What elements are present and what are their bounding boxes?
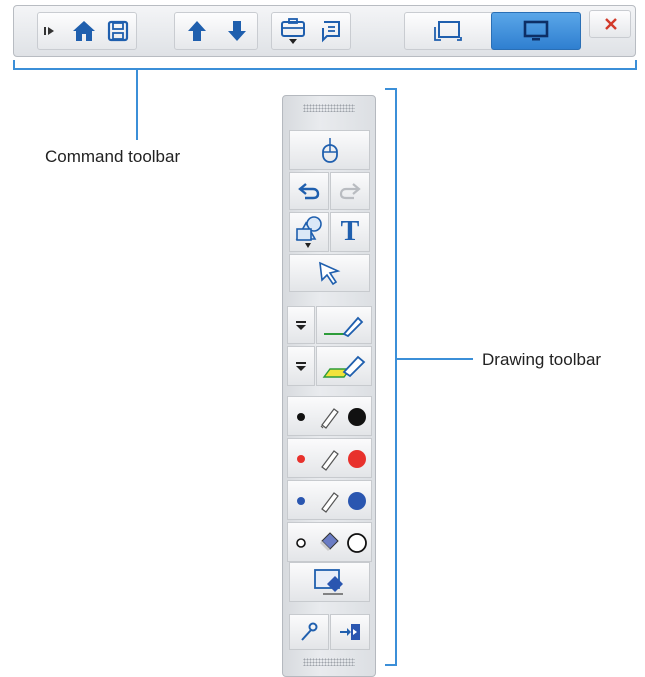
select-button[interactable]	[289, 254, 370, 292]
command-toolbar-label: Command toolbar	[45, 147, 181, 166]
page-down-button[interactable]	[219, 13, 255, 49]
save-icon	[107, 20, 129, 42]
grip-top[interactable]	[303, 104, 355, 112]
text-icon: T	[340, 216, 360, 247]
close-icon	[605, 18, 617, 30]
highlighter-icon	[322, 355, 366, 378]
eraser-icon	[295, 532, 367, 553]
blue-pen-button[interactable]	[287, 480, 372, 520]
select-icon	[318, 261, 340, 286]
home-icon	[73, 21, 95, 41]
pin-button[interactable]	[289, 614, 329, 650]
command-group-main	[37, 12, 137, 50]
red-pen-button[interactable]	[287, 438, 372, 478]
shapes-button[interactable]	[289, 212, 329, 252]
command-toolbar-leader-line	[136, 70, 138, 140]
collapse-icon	[44, 27, 54, 35]
mouse-button[interactable]	[289, 130, 370, 170]
command-group-tools	[271, 12, 351, 50]
close-button[interactable]	[589, 10, 631, 38]
shapes-icon	[295, 216, 322, 248]
pages-button[interactable]	[312, 13, 350, 49]
window-mode-icon	[434, 21, 462, 41]
redo-button[interactable]	[330, 172, 370, 210]
page-down-icon	[228, 21, 246, 41]
blue-pen-icon	[296, 492, 366, 513]
highlighter-style-dropdown[interactable]	[287, 346, 315, 386]
pen-style-dropdown[interactable]	[287, 306, 315, 344]
desktop-mode-button[interactable]	[491, 12, 581, 50]
collapse-toolbar-button[interactable]	[38, 13, 60, 49]
undo-icon	[298, 183, 320, 200]
drawing-toolbar-leader-line	[397, 358, 473, 360]
eraser-button[interactable]	[287, 522, 372, 562]
page-up-button[interactable]	[179, 13, 215, 49]
window-mode-button[interactable]	[405, 13, 491, 49]
mouse-icon	[321, 137, 338, 163]
page-up-icon	[188, 21, 206, 41]
black-pen-icon	[296, 408, 366, 429]
command-toolbar	[13, 5, 636, 57]
pages-icon	[322, 21, 340, 43]
dropdown-icon	[296, 321, 306, 330]
pen-button[interactable]	[316, 306, 372, 344]
clear-screen-icon	[313, 569, 343, 595]
clear-screen-button[interactable]	[289, 562, 370, 602]
undo-button[interactable]	[289, 172, 329, 210]
drawing-toolbar-bracket	[385, 88, 397, 666]
red-pen-icon	[296, 450, 366, 471]
save-button[interactable]	[102, 13, 134, 49]
redo-icon	[339, 183, 361, 200]
command-group-mode	[404, 12, 581, 50]
toolbox-button[interactable]	[274, 13, 312, 49]
desktop-mode-icon	[523, 20, 549, 41]
exit-icon	[340, 624, 360, 640]
toolbox-icon	[281, 18, 305, 44]
highlighter-button[interactable]	[316, 346, 372, 386]
exit-button[interactable]	[330, 614, 370, 650]
drawing-toolbar-label: Drawing toolbar	[482, 350, 602, 369]
black-pen-button[interactable]	[287, 396, 372, 436]
pen-icon	[324, 316, 364, 338]
drawing-toolbar: T	[282, 95, 376, 677]
pin-icon	[301, 622, 318, 641]
text-button[interactable]: T	[330, 212, 370, 252]
grip-bottom[interactable]	[303, 658, 355, 666]
dropdown-icon	[296, 362, 306, 371]
command-toolbar-bracket	[13, 60, 637, 70]
home-button[interactable]	[68, 13, 100, 49]
command-group-navigation	[174, 12, 258, 50]
